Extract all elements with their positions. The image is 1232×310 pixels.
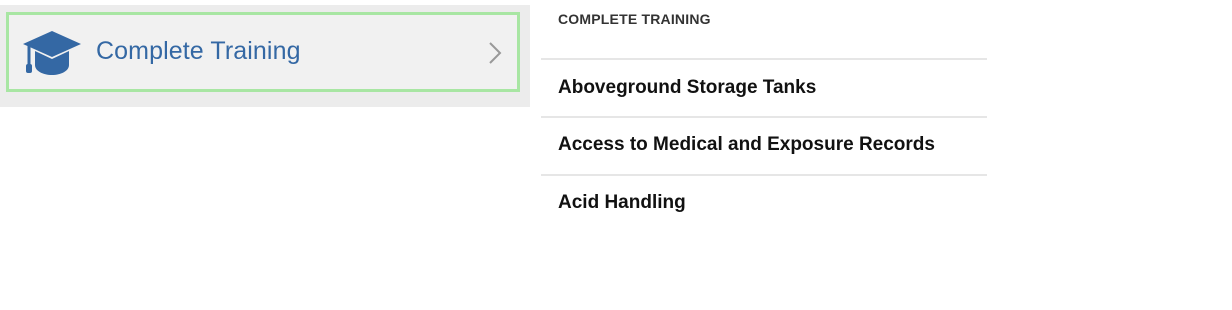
list-item-access-to-medical-records[interactable]: Access to Medical and Exposure Records (558, 134, 978, 156)
menu-panel: Complete Training (0, 5, 530, 107)
list-divider (541, 58, 987, 60)
complete-training-menu-item[interactable]: Complete Training (6, 12, 520, 92)
chevron-right-icon (487, 39, 503, 67)
list-header: COMPLETE TRAINING (558, 11, 711, 27)
list-item-acid-handling[interactable]: Acid Handling (558, 192, 978, 214)
menu-item-label: Complete Training (96, 37, 301, 65)
list-divider (541, 174, 987, 176)
list-divider (541, 116, 987, 118)
list-item-aboveground-storage-tanks[interactable]: Aboveground Storage Tanks (558, 77, 978, 99)
graduation-cap-icon (21, 27, 83, 81)
